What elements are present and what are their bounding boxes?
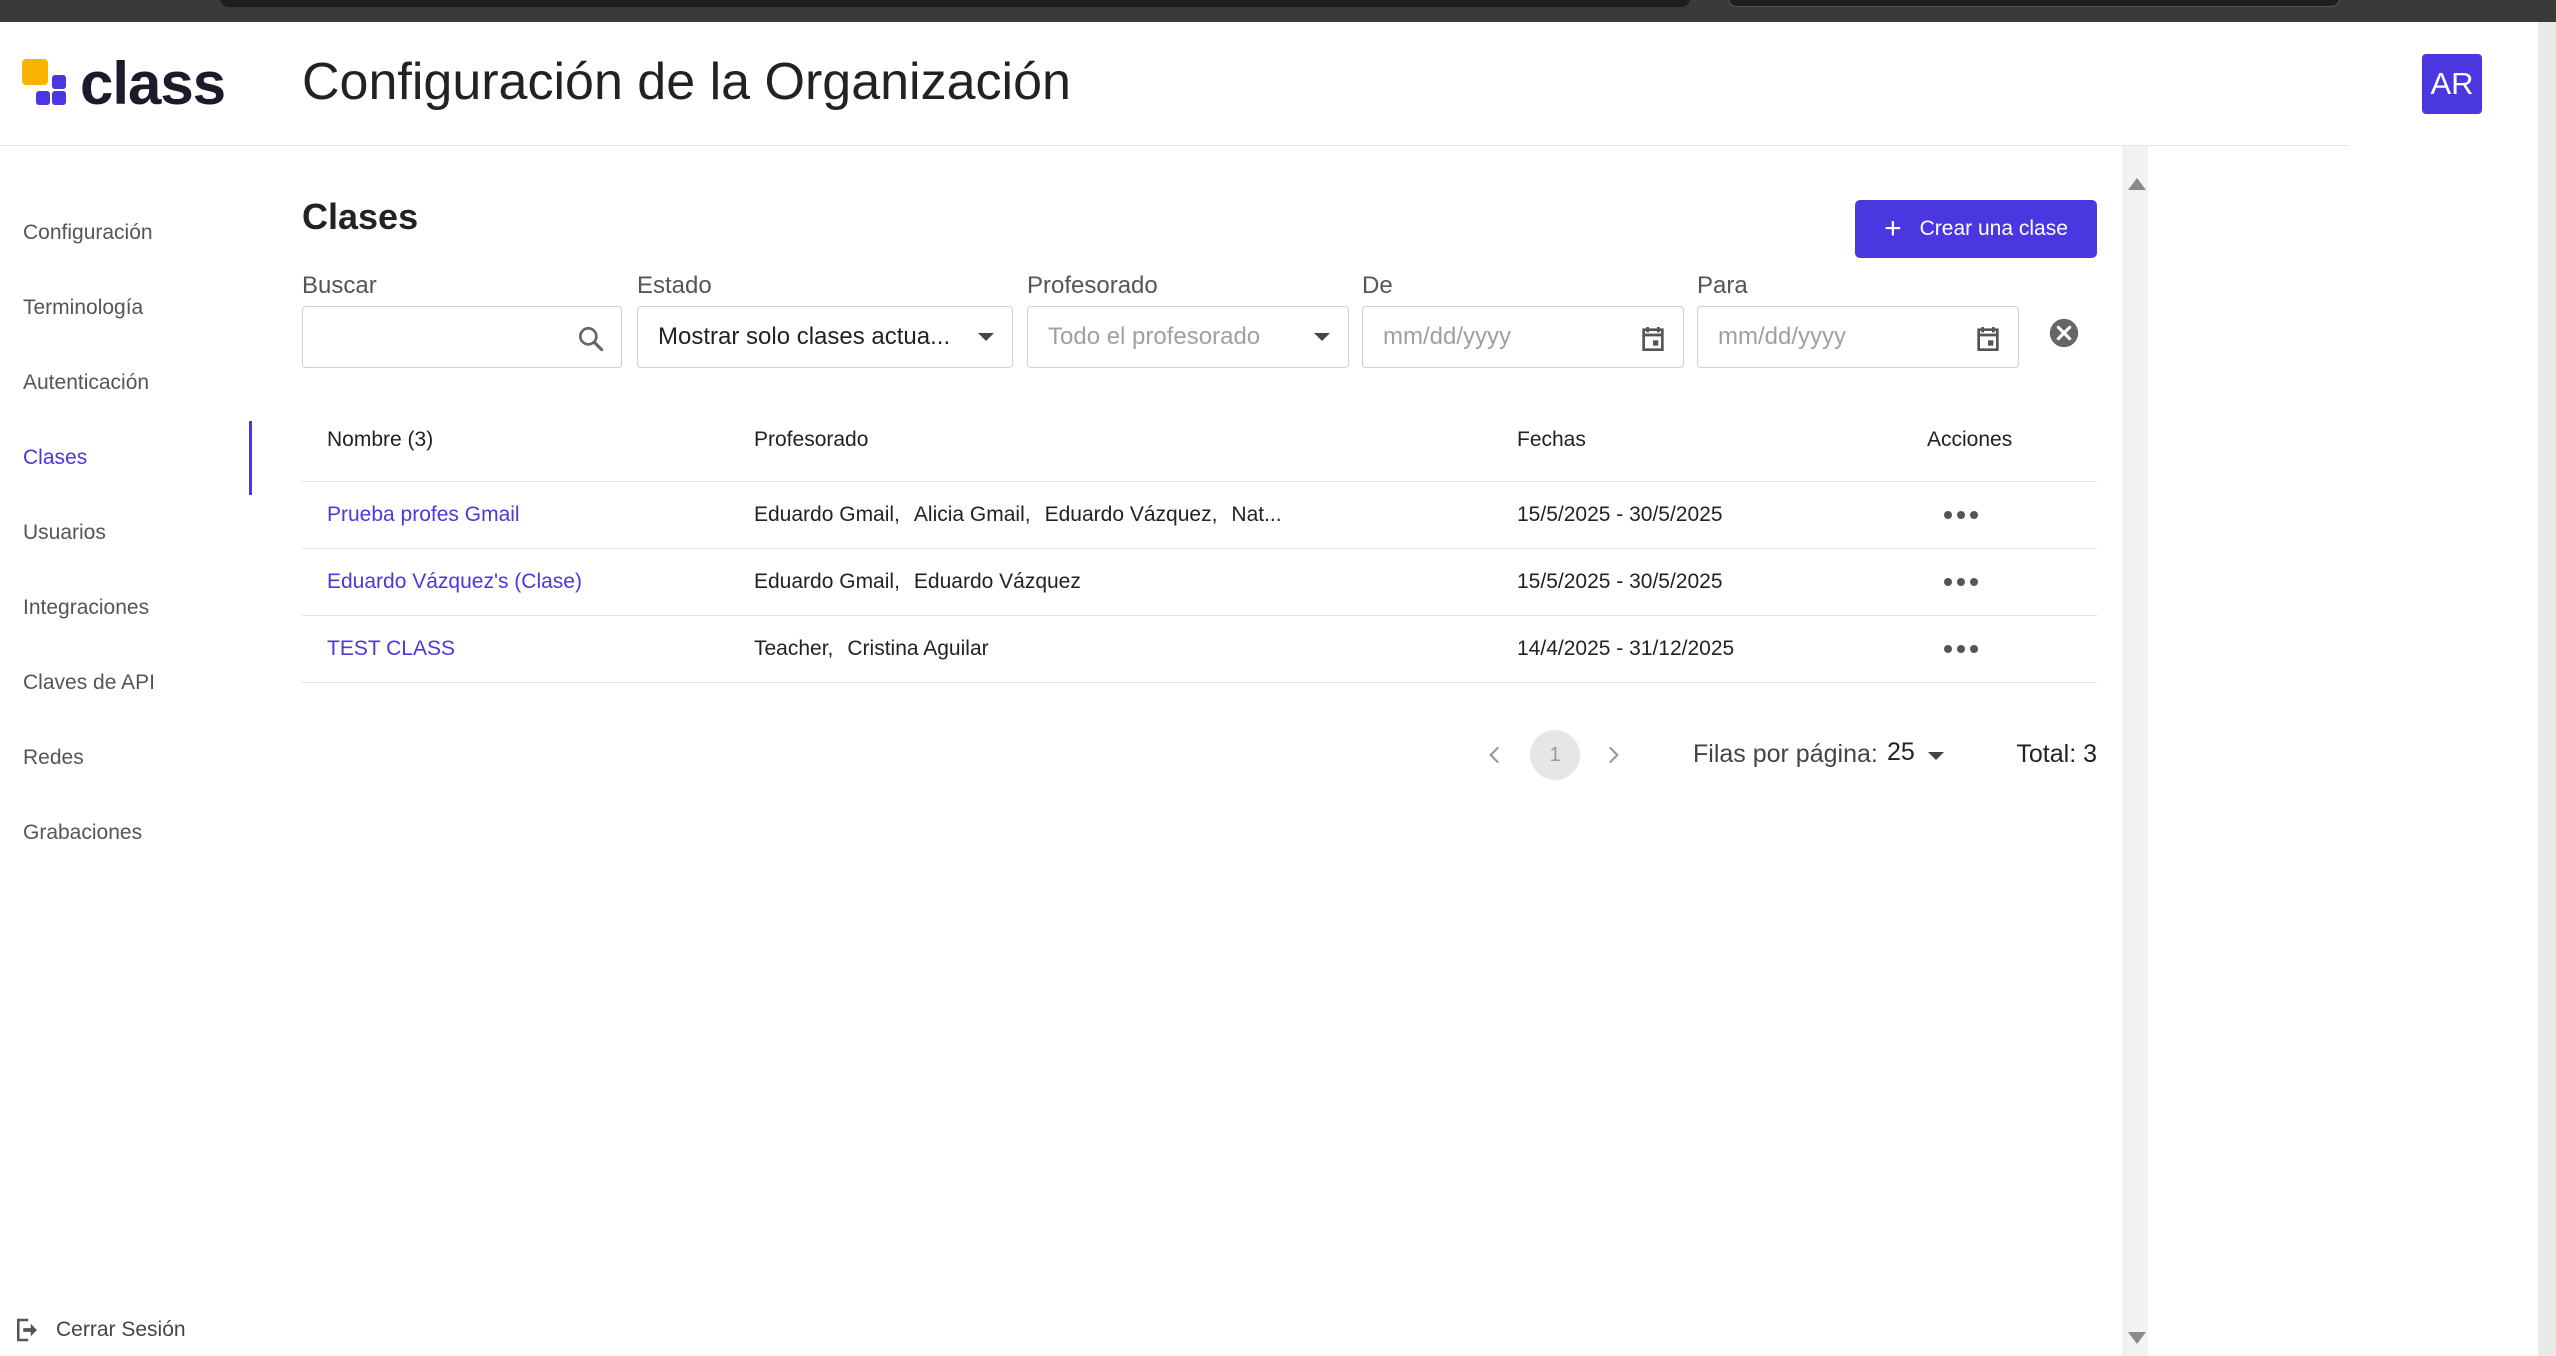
status-selected-value: Mostrar solo clases actua...: [658, 323, 951, 350]
table-header-row: Nombre (3) Profesorado Fechas Acciones: [302, 398, 2097, 482]
class-name-link[interactable]: Eduardo Vázquez's (Clase): [327, 570, 582, 594]
scroll-up-icon[interactable]: [2128, 178, 2146, 190]
to-date-input[interactable]: mm/dd/yyyy: [1697, 306, 2019, 368]
from-date-input[interactable]: mm/dd/yyyy: [1362, 306, 1684, 368]
sidebar-item-usuarios[interactable]: Usuarios: [0, 496, 252, 570]
main-content: Clases + Crear una clase Buscar Estado M…: [302, 146, 2122, 1356]
table-row: Prueba profes Gmail Eduardo Gmail, Alici…: [302, 482, 2097, 549]
search-input[interactable]: [302, 306, 622, 368]
browser-top-bar: [0, 0, 2556, 22]
teachers-placeholder: Todo el profesorado: [1048, 323, 1261, 350]
logout-label: Cerrar Sesión: [56, 1318, 186, 1341]
calendar-icon[interactable]: [1637, 323, 1669, 355]
table-row: Eduardo Vázquez's (Clase) Eduardo Gmail,…: [302, 549, 2097, 616]
app-header: class Configuración de la Organización A…: [0, 22, 2482, 146]
search-filter: Buscar: [302, 272, 622, 368]
header-actions: Acciones: [1927, 427, 2013, 451]
app-window: class Configuración de la Organización A…: [0, 22, 2538, 1356]
rows-per-page-label: Filas por página:: [1693, 740, 1878, 768]
more-icon[interactable]: [1944, 511, 1978, 519]
chevron-left-icon[interactable]: [1482, 742, 1508, 768]
status-label: Estado: [637, 272, 712, 299]
page-title: Configuración de la Organización: [302, 53, 1071, 111]
teachers-cell: Eduardo Gmail, Eduardo Vázquez: [754, 570, 1081, 593]
header-name[interactable]: Nombre (3): [327, 398, 433, 481]
sidebar: Configuración Terminología Autenticación…: [0, 146, 252, 1356]
logo-wordmark: class: [80, 50, 226, 117]
page-number-button[interactable]: 1: [1530, 730, 1580, 780]
more-icon[interactable]: [1944, 645, 1978, 653]
class-logo[interactable]: class: [22, 54, 226, 114]
user-avatar[interactable]: AR: [2422, 54, 2482, 114]
search-label: Buscar: [302, 272, 377, 299]
teachers-label: Profesorado: [1027, 272, 1158, 299]
dates-cell: 15/5/2025 - 30/5/2025: [1517, 503, 1723, 526]
create-class-label: Crear una clase: [1919, 217, 2068, 240]
create-class-button[interactable]: + Crear una clase: [1855, 200, 2097, 258]
search-icon[interactable]: [575, 323, 607, 355]
chevron-right-icon[interactable]: [1600, 742, 1626, 768]
from-date-filter: De mm/dd/yyyy: [1362, 272, 1684, 368]
teachers-cell: Eduardo Gmail, Alicia Gmail, Eduardo Váz…: [754, 503, 1282, 526]
teachers-filter: Profesorado Todo el profesorado: [1027, 272, 1349, 368]
sidebar-item-configuracion[interactable]: Configuración: [0, 196, 252, 270]
logout-button[interactable]: Cerrar Sesión: [12, 1310, 186, 1350]
chevron-down-icon: [978, 333, 994, 341]
more-icon[interactable]: [1944, 578, 1978, 586]
clear-filters-icon[interactable]: [2047, 316, 2081, 350]
teachers-cell: Teacher, Cristina Aguilar: [754, 637, 989, 660]
chevron-down-icon[interactable]: [1928, 752, 1944, 760]
browser-tab-strip: [1728, 0, 2340, 7]
sidebar-item-grabaciones[interactable]: Grabaciones: [0, 796, 252, 870]
sidebar-item-claves-api[interactable]: Claves de API: [0, 646, 252, 720]
to-date-filter: Para mm/dd/yyyy: [1697, 272, 2019, 368]
calendar-icon[interactable]: [1972, 323, 2004, 355]
class-name-link[interactable]: TEST CLASS: [327, 637, 455, 661]
dates-cell: 14/4/2025 - 31/12/2025: [1517, 637, 1735, 660]
sidebar-item-clases[interactable]: Clases: [0, 421, 252, 495]
classes-table: Nombre (3) Profesorado Fechas Acciones P…: [302, 398, 2097, 683]
status-filter: Estado Mostrar solo clases actua...: [637, 272, 1013, 368]
teachers-select[interactable]: Todo el profesorado: [1027, 306, 1349, 368]
sidebar-item-redes[interactable]: Redes: [0, 721, 252, 795]
vertical-scrollbar[interactable]: [2122, 146, 2148, 1356]
status-select[interactable]: Mostrar solo clases actua...: [637, 306, 1013, 368]
window-edge: [2538, 22, 2556, 1356]
header-teachers: Profesorado: [754, 427, 869, 451]
to-date-label: Para: [1697, 272, 1748, 299]
total-count: Total: 3: [2016, 740, 2097, 768]
header-dates[interactable]: Fechas: [1517, 398, 1586, 481]
sidebar-item-integraciones[interactable]: Integraciones: [0, 571, 252, 645]
plus-icon: +: [1884, 212, 1902, 245]
logo-mark-icon: [22, 59, 72, 109]
section-title: Clases: [302, 196, 419, 237]
scroll-down-icon[interactable]: [2128, 1332, 2146, 1344]
table-row: TEST CLASS Teacher, Cristina Aguilar 14/…: [302, 616, 2097, 683]
chevron-down-icon: [1314, 333, 1330, 341]
sidebar-item-autenticacion[interactable]: Autenticación: [0, 346, 252, 420]
pagination: 1 Filas por página: 25 Total: 3: [302, 730, 2097, 782]
browser-address-strip: [220, 0, 1690, 7]
logout-icon: [17, 1318, 37, 1342]
from-date-label: De: [1362, 272, 1393, 299]
sidebar-item-terminologia[interactable]: Terminología: [0, 271, 252, 345]
class-name-link[interactable]: Prueba profes Gmail: [327, 503, 520, 527]
rows-per-page-select[interactable]: 25: [1887, 738, 1915, 767]
dates-cell: 15/5/2025 - 30/5/2025: [1517, 570, 1723, 593]
